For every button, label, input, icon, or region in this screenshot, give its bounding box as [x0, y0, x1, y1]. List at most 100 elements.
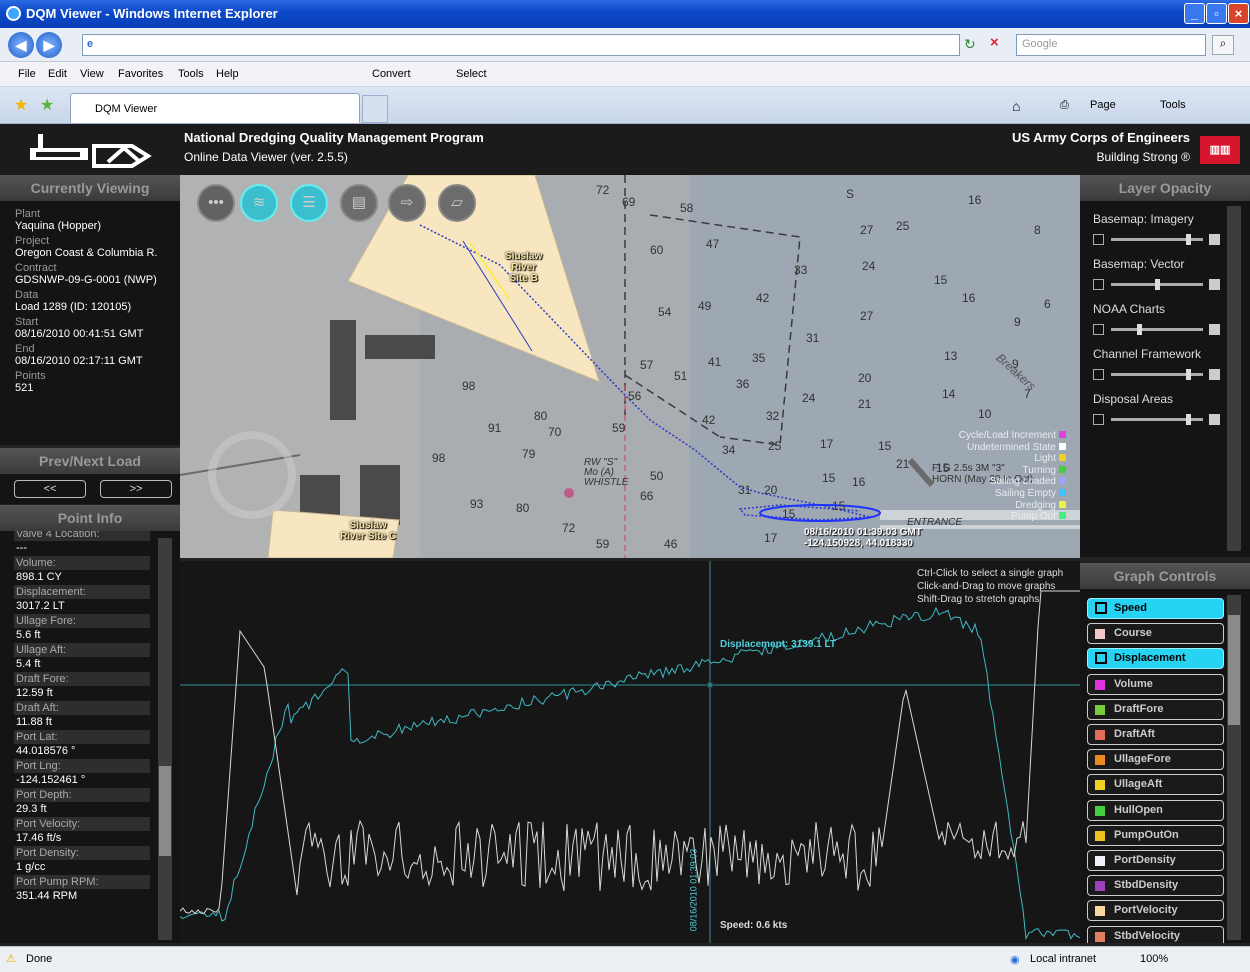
layer-visible-checkbox[interactable] — [1093, 324, 1104, 335]
speed-readout: Speed: 0.6 kts — [720, 920, 788, 931]
opacity-slider-thumb[interactable] — [1155, 279, 1160, 290]
graph-toggle-hullopen[interactable]: HullOpen — [1087, 799, 1224, 821]
forward-button[interactable]: ▶ — [36, 32, 62, 58]
depth-sounding: 21 — [858, 397, 872, 411]
close-button[interactable]: × — [1228, 3, 1249, 24]
layer-visible-checkbox[interactable] — [1093, 234, 1104, 245]
point-info-label: Port Lng: — [14, 759, 150, 773]
minimize-button[interactable]: _ — [1184, 3, 1205, 24]
favorites-star-icon[interactable]: ★ — [14, 95, 28, 115]
add-favorites-icon[interactable]: ★ — [40, 95, 54, 115]
contract-value: GDSNWP-09-G-0001 (NWP) — [15, 274, 157, 286]
graph-toggle-displacement[interactable]: Displacement — [1087, 648, 1224, 670]
menu-help[interactable]: Help — [216, 68, 239, 80]
layer-visible-checkbox[interactable] — [1093, 279, 1104, 290]
opacity-slider-thumb[interactable] — [1185, 369, 1191, 380]
opacity-slider-track[interactable] — [1111, 234, 1203, 245]
export-tool-button[interactable]: ⇨ — [388, 184, 426, 222]
opacity-slider-thumb[interactable] — [1185, 414, 1191, 425]
depth-sounding: 13 — [944, 349, 958, 363]
depth-sounding: 24 — [802, 391, 816, 405]
prev-load-button[interactable]: << — [14, 480, 86, 498]
print-icon[interactable]: ⎙ — [1060, 99, 1069, 112]
cursor-time-label: 08/16/2010 01:39:03 — [688, 848, 699, 932]
refresh-icon[interactable]: ↻ — [964, 36, 976, 53]
data-value: Load 1289 (ID: 120105) — [15, 301, 132, 313]
app-version: Online Data Viewer (ver. 2.5.5) — [184, 150, 348, 164]
graph-toggle-speed[interactable]: Speed — [1087, 598, 1224, 619]
menu-favorites[interactable]: Favorites — [118, 68, 163, 80]
opacity-slider-track[interactable] — [1111, 369, 1203, 380]
depth-sounding: 15 — [934, 273, 948, 287]
layer-visible-checkbox[interactable] — [1093, 369, 1104, 380]
opacity-slider-thumb[interactable] — [1185, 234, 1191, 245]
opacity-slider-track[interactable] — [1111, 279, 1203, 290]
depth-sounding: 33 — [794, 263, 808, 277]
new-tab-button[interactable] — [362, 95, 388, 123]
point-info-label: Displacement: — [14, 585, 150, 599]
menu-file[interactable]: File — [18, 68, 36, 80]
graph-toggle-portvelocity[interactable]: PortVelocity — [1087, 900, 1224, 922]
opacity-slider-thumb[interactable] — [1137, 324, 1143, 335]
opacity-slider-track[interactable] — [1111, 324, 1203, 335]
depth-sounding: 42 — [702, 413, 716, 427]
tab-dqm-viewer[interactable]: DQM Viewer — [70, 93, 360, 123]
map-view[interactable]: 72 69 58 S 16 8 60 47 27 25 33 24 15 16 54 49 42 27 9 6 31 13… — [180, 175, 1080, 558]
page-menu[interactable]: Page — [1090, 99, 1116, 111]
layers-tool-button[interactable]: ≋ — [240, 184, 278, 222]
depth-sounding: 70 — [548, 425, 562, 439]
app-header: National Dredging Quality Management Pro… — [0, 124, 1250, 175]
menu-tools[interactable]: Tools — [178, 68, 204, 80]
graph-toggle-draftfore[interactable]: DraftFore — [1087, 698, 1224, 720]
time-series-graph[interactable]: × Ctrl-Click to select a single graph Cli… — [180, 561, 1080, 943]
opacity-scrollbar[interactable] — [1227, 206, 1241, 551]
search-input[interactable]: Google — [1016, 34, 1206, 56]
map-legend-item: Turning — [959, 465, 1066, 477]
point-info-scrollbar[interactable] — [158, 538, 172, 940]
menu-view[interactable]: View — [80, 68, 104, 80]
tools-menu[interactable]: Tools — [1160, 99, 1186, 111]
depth-sounding: 41 — [708, 355, 722, 369]
list-tool-button[interactable]: ☰ — [290, 184, 328, 222]
graph-controls-scroll-thumb[interactable] — [1228, 615, 1240, 725]
maximize-button[interactable]: ▫ — [1206, 3, 1227, 24]
convert-button[interactable]: Convert — [372, 68, 411, 80]
point-info-label: Volume: — [14, 556, 150, 570]
graph-toggle-course[interactable]: Course — [1087, 623, 1224, 645]
depth-sounding: 91 — [488, 421, 502, 435]
layer-visible-checkbox[interactable] — [1093, 414, 1104, 425]
graph-toggle-pumpouton[interactable]: PumpOutOn — [1087, 824, 1224, 846]
graph-toggle-ullagefore[interactable]: UllageFore — [1087, 749, 1224, 771]
point-info-label: Port Depth: — [14, 788, 150, 802]
document-tool-button[interactable]: ▤ — [340, 184, 378, 222]
graph-toggle-stbdvelocity[interactable]: StbdVelocity — [1087, 925, 1224, 943]
graph-toggle-draftaft[interactable]: DraftAft — [1087, 724, 1224, 745]
tab-bar: ★ ★ DQM Viewer ⌂ ⎙ Page Tools — [0, 87, 1250, 124]
stop-icon[interactable]: × — [990, 34, 999, 51]
depth-sounding: 42 — [756, 291, 770, 305]
point-info-scroll-thumb[interactable] — [159, 766, 171, 856]
next-load-button[interactable]: >> — [100, 480, 172, 498]
zoom-level[interactable]: 100% — [1140, 953, 1168, 965]
address-input[interactable]: e — [82, 34, 960, 56]
select-button[interactable]: Select — [456, 68, 487, 80]
usace-castle-logo: ▥▥ — [1200, 136, 1240, 164]
search-icon[interactable]: ⌕ — [1212, 35, 1234, 55]
depth-sounding: 15 — [878, 439, 892, 453]
graph-toggle-stbddensity[interactable]: StbdDensity — [1087, 875, 1224, 897]
graph-toggle-volume[interactable]: Volume — [1087, 673, 1224, 695]
menu-edit[interactable]: Edit — [48, 68, 67, 80]
home-icon[interactable]: ⌂ — [1012, 98, 1020, 114]
graph-toggle-portdensity[interactable]: PortDensity — [1087, 850, 1224, 871]
opacity-layer-label: NOAA Charts — [1093, 302, 1166, 316]
page-icon: e — [87, 38, 94, 50]
graph-toggle-ullageaft[interactable]: UllageAft — [1087, 774, 1224, 796]
more-tool-button[interactable]: ••• — [197, 184, 235, 222]
back-button[interactable]: ◀ — [8, 32, 34, 58]
measure-tool-button[interactable]: ▱ — [438, 184, 476, 222]
series-color-swatch — [1095, 856, 1105, 866]
graph-controls-scrollbar[interactable] — [1227, 595, 1241, 940]
depth-sounding: 16 — [852, 475, 866, 489]
series-color-swatch — [1095, 931, 1105, 942]
opacity-slider-track[interactable] — [1111, 414, 1203, 425]
